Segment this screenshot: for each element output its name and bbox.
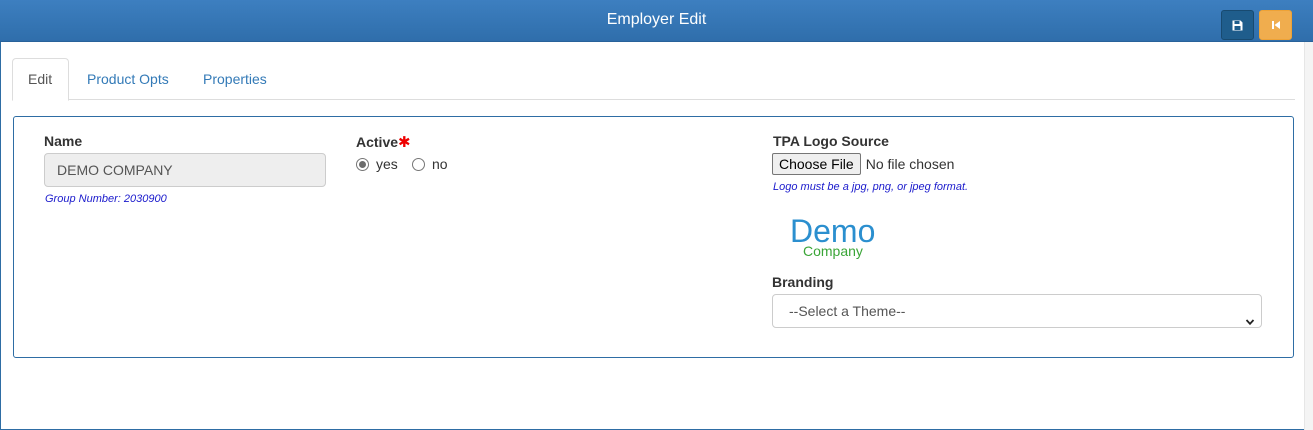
active-yes-option[interactable]: yes — [356, 156, 398, 172]
tab-bar: Edit Product Opts Properties — [12, 58, 1295, 101]
step-backward-icon — [1271, 20, 1281, 30]
radio-yes[interactable] — [356, 157, 369, 171]
group-number-text: Group Number: 2030900 — [45, 193, 167, 205]
radio-yes-label: yes — [376, 156, 398, 172]
branding-select[interactable]: --Select a Theme-- — [772, 294, 1262, 328]
name-label: Name — [44, 133, 83, 149]
active-no-option[interactable]: no — [412, 156, 448, 172]
vertical-scrollbar[interactable] — [1304, 42, 1313, 430]
page-title: Employer Edit — [606, 11, 707, 28]
tab-properties[interactable]: Properties — [187, 58, 283, 100]
logo-format-hint: Logo must be a jpg, png, or jpeg format. — [773, 181, 969, 193]
header-bar: Employer Edit — [0, 0, 1313, 42]
name-field[interactable]: DEMO COMPANY — [44, 153, 326, 187]
chevron-down-icon — [1245, 306, 1255, 338]
choose-file-button[interactable]: Choose File — [772, 153, 861, 175]
active-label-text: Active — [356, 134, 399, 150]
required-star-icon: ✱ — [398, 134, 411, 151]
file-picker: Choose File No file chosen — [772, 153, 954, 175]
branding-select-value: --Select a Theme-- — [789, 303, 906, 319]
tpa-logo-preview: Demo Company — [790, 213, 875, 259]
floppy-disk-icon — [1232, 20, 1243, 31]
tpa-logo-label: TPA Logo Source — [773, 133, 889, 149]
logo-subword: Company — [803, 243, 863, 259]
radio-no-label: no — [432, 156, 448, 172]
save-button[interactable] — [1221, 10, 1254, 40]
active-label: Active✱ — [356, 133, 411, 151]
tab-product-opts[interactable]: Product Opts — [71, 58, 185, 100]
tab-edit[interactable]: Edit — [12, 58, 69, 101]
back-button[interactable] — [1259, 10, 1292, 40]
radio-no[interactable] — [412, 157, 425, 171]
file-status-text: No file chosen — [865, 156, 955, 172]
branding-label: Branding — [772, 274, 834, 290]
